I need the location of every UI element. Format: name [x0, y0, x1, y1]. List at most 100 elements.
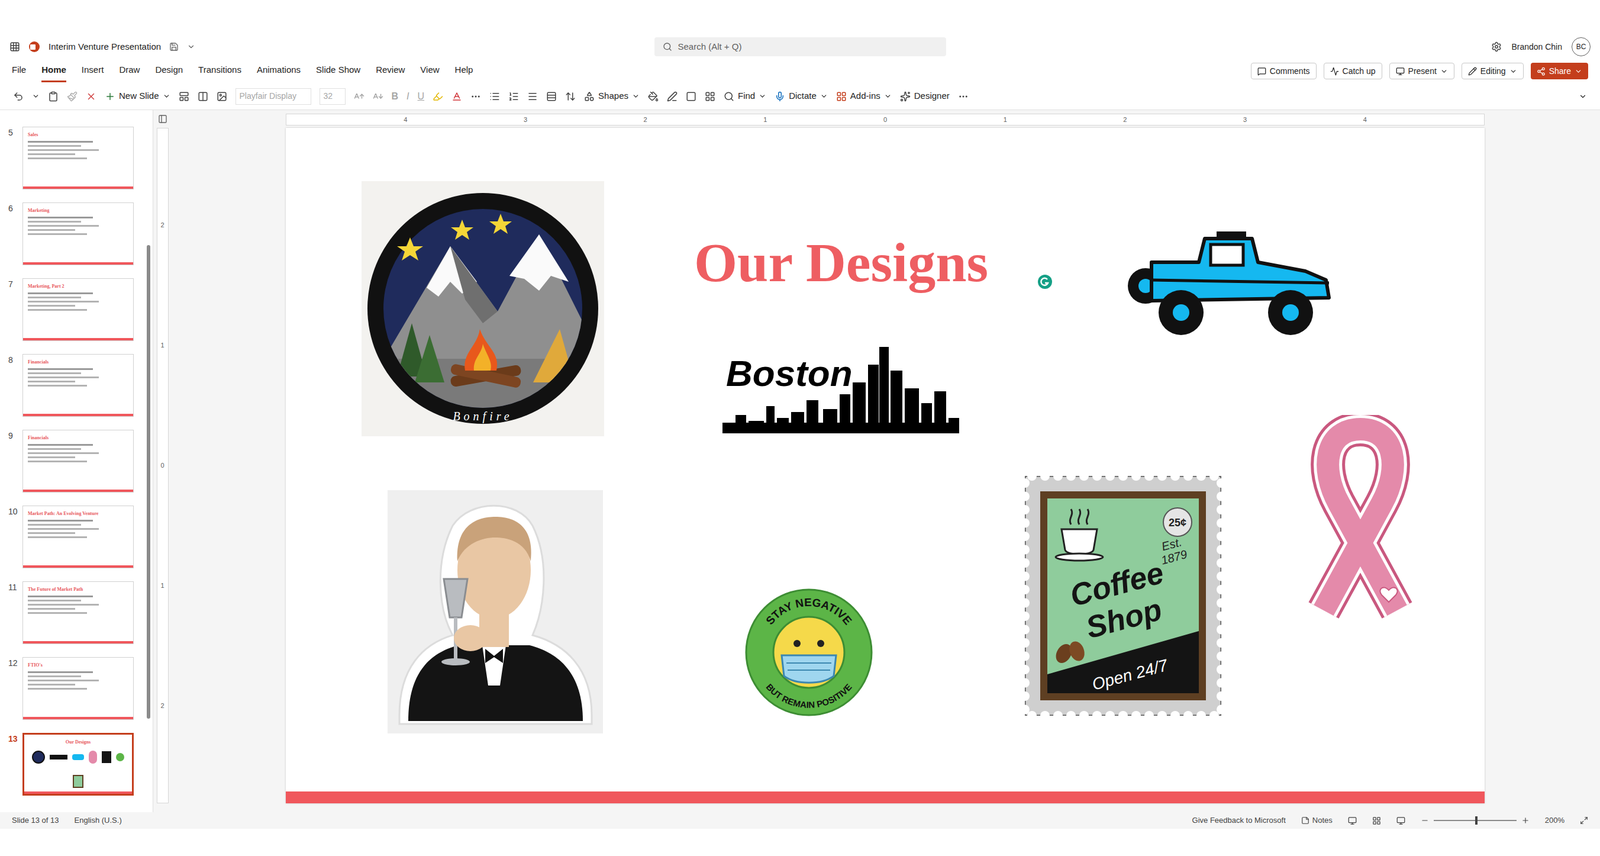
menu-action-button[interactable]: Catch up	[1323, 62, 1383, 80]
design-image[interactable]: Bonfire	[361, 181, 605, 437]
slide-thumbnail-row[interactable]: 13Our Designs	[0, 732, 147, 809]
more-icon[interactable]	[957, 91, 969, 102]
menu-tab[interactable]: Review	[375, 59, 405, 83]
slide-thumbnail-row[interactable]: 9Financials	[0, 429, 147, 506]
undo-icon[interactable]	[13, 91, 24, 102]
notes-button[interactable]: Notes	[1301, 814, 1333, 827]
zoom-slider[interactable]	[1433, 819, 1517, 821]
slide-thumbnail[interactable]: Our Designs	[22, 732, 134, 796]
shape-fill-icon[interactable]	[647, 91, 659, 102]
slide-thumbnail[interactable]: The Future of Market Path	[22, 581, 134, 644]
menu-tab[interactable]: Design	[155, 59, 183, 83]
zoom-out-icon[interactable]	[1420, 815, 1429, 825]
coffee-stamp-sticker-icon[interactable]: 25¢Est.1879CoffeeShopOpen 24/7	[1024, 475, 1222, 716]
sorter-view-icon[interactable]	[1372, 815, 1382, 825]
zoom-in-icon[interactable]	[1521, 815, 1530, 825]
align-icon[interactable]	[527, 91, 538, 102]
undo-chevron-icon[interactable]	[31, 92, 40, 100]
menu-tab[interactable]: Home	[41, 59, 67, 83]
design-image[interactable]: Boston	[722, 334, 960, 434]
slide-thumbnail-row[interactable]: 6Marketing	[0, 202, 147, 279]
reading-view-icon[interactable]	[1396, 815, 1406, 825]
pink-ribbon-icon[interactable]	[1300, 414, 1421, 625]
format-button[interactable]: B	[391, 89, 399, 104]
slide-thumbnail[interactable]: FTIO's	[22, 656, 134, 720]
paste-icon[interactable]	[47, 91, 59, 102]
search-box[interactable]: Search (Alt + Q)	[654, 37, 947, 57]
designer-button[interactable]: Designer	[900, 89, 950, 103]
design-image[interactable]: STAY NEGATIVEBUT REMAIN POSITIVE	[744, 586, 873, 717]
font-size-field[interactable]: 32	[319, 88, 346, 105]
slide-thumbnail[interactable]: Market Path: An Evolving Venture	[22, 505, 134, 569]
shapes-button[interactable]: Shapes	[584, 89, 640, 103]
normal-view-icon[interactable]	[1347, 815, 1357, 825]
clear-icon[interactable]	[85, 91, 97, 102]
dictate-button[interactable]: Dictate	[774, 89, 828, 103]
menu-tab[interactable]: Insert	[81, 59, 105, 83]
document-title[interactable]: Interim Venture Presentation	[48, 40, 161, 54]
slide-thumbnail[interactable]: Marketing, Part 2	[22, 278, 134, 341]
grow-font-icon[interactable]	[353, 91, 365, 102]
mask-sticker-icon[interactable]: STAY NEGATIVEBUT REMAIN POSITIVE	[744, 586, 873, 717]
shape-outline-icon[interactable]	[666, 91, 678, 102]
ribbon-collapse-icon[interactable]	[1578, 92, 1587, 101]
slide-thumbnail[interactable]: Marketing	[22, 202, 134, 266]
zoom-level[interactable]: 200%	[1544, 814, 1565, 827]
menu-action-button[interactable]: Present	[1389, 62, 1455, 80]
font-more-icon[interactable]	[470, 91, 482, 102]
design-image[interactable]: 25¢Est.1879CoffeeShopOpen 24/7	[1024, 475, 1222, 716]
reset-icon[interactable]	[216, 91, 228, 102]
title-chevron-icon[interactable]	[186, 42, 196, 51]
menu-tab[interactable]: Slide Show	[315, 59, 361, 83]
numbering-icon[interactable]	[508, 91, 519, 102]
line-spacing-icon[interactable]	[565, 91, 576, 102]
shape-effects-icon[interactable]	[685, 91, 697, 102]
format-button[interactable]: I	[406, 89, 409, 104]
feedback-link[interactable]: Give Feedback to Microsoft	[1192, 814, 1286, 827]
find-button[interactable]: Find	[723, 89, 767, 103]
arrange-icon[interactable]	[704, 91, 716, 102]
slide-title[interactable]: Our Designs	[694, 231, 989, 293]
format-button[interactable]: U	[417, 89, 425, 104]
highlight-icon[interactable]	[432, 91, 444, 102]
jeep-sticker-icon[interactable]	[1127, 226, 1340, 340]
new-slide-button[interactable]: New Slide	[104, 89, 171, 103]
slide-thumbnail[interactable]: Financials	[22, 429, 134, 493]
shrink-font-icon[interactable]	[372, 91, 384, 102]
settings-icon[interactable]	[1491, 41, 1502, 53]
slide-thumbnail[interactable]: Sales	[22, 126, 134, 190]
slide-thumbnail-row[interactable]: 7Marketing, Part 2	[0, 278, 147, 354]
menu-tab[interactable]: Animations	[256, 59, 301, 83]
bonfire-sticker-icon[interactable]: Bonfire	[361, 181, 605, 437]
saved-icon[interactable]	[169, 42, 179, 52]
toast-sticker-icon[interactable]	[387, 489, 603, 734]
design-image[interactable]	[387, 489, 603, 734]
format-painter-icon[interactable]	[66, 91, 78, 102]
design-image[interactable]	[1300, 414, 1421, 625]
menu-action-button[interactable]: Comments	[1250, 62, 1317, 80]
section-icon[interactable]	[197, 91, 209, 102]
menu-tab[interactable]: Help	[455, 59, 474, 83]
language[interactable]: English (U.S.)	[74, 814, 122, 827]
font-color-icon[interactable]	[451, 91, 463, 102]
design-image[interactable]	[1127, 226, 1340, 340]
boston-skyline-icon[interactable]: Boston	[722, 334, 960, 434]
layout-icon[interactable]	[178, 91, 190, 102]
menu-action-button[interactable]: Share	[1530, 62, 1589, 80]
slide[interactable]: Our Designs Bonfire Boston STAY NEGATIVEBUT…	[285, 127, 1485, 803]
addins-button[interactable]: Add-ins	[836, 89, 892, 103]
slide-thumbnail-row[interactable]: 11The Future of Market Path	[0, 581, 147, 657]
slide-thumbnail-row[interactable]: 5Sales	[0, 126, 147, 203]
panel-toggle-icon[interactable]	[157, 114, 168, 124]
fit-slide-icon[interactable]	[1579, 815, 1589, 825]
bullets-icon[interactable]	[489, 91, 500, 102]
slide-thumbnail[interactable]: Financials	[22, 353, 134, 417]
font-name-field[interactable]: Playfair Display	[235, 88, 312, 105]
slide-thumbnail-row[interactable]: 12FTIO's	[0, 656, 147, 733]
grammarly-icon[interactable]	[1037, 273, 1053, 290]
slide-thumbnail-row[interactable]: 8Financials	[0, 353, 147, 430]
menu-tab[interactable]: Draw	[118, 59, 140, 83]
slide-thumbnail-row[interactable]: 10Market Path: An Evolving Venture	[0, 505, 147, 582]
app-launcher-icon[interactable]	[9, 41, 21, 53]
menu-tab[interactable]: Transitions	[198, 59, 242, 83]
